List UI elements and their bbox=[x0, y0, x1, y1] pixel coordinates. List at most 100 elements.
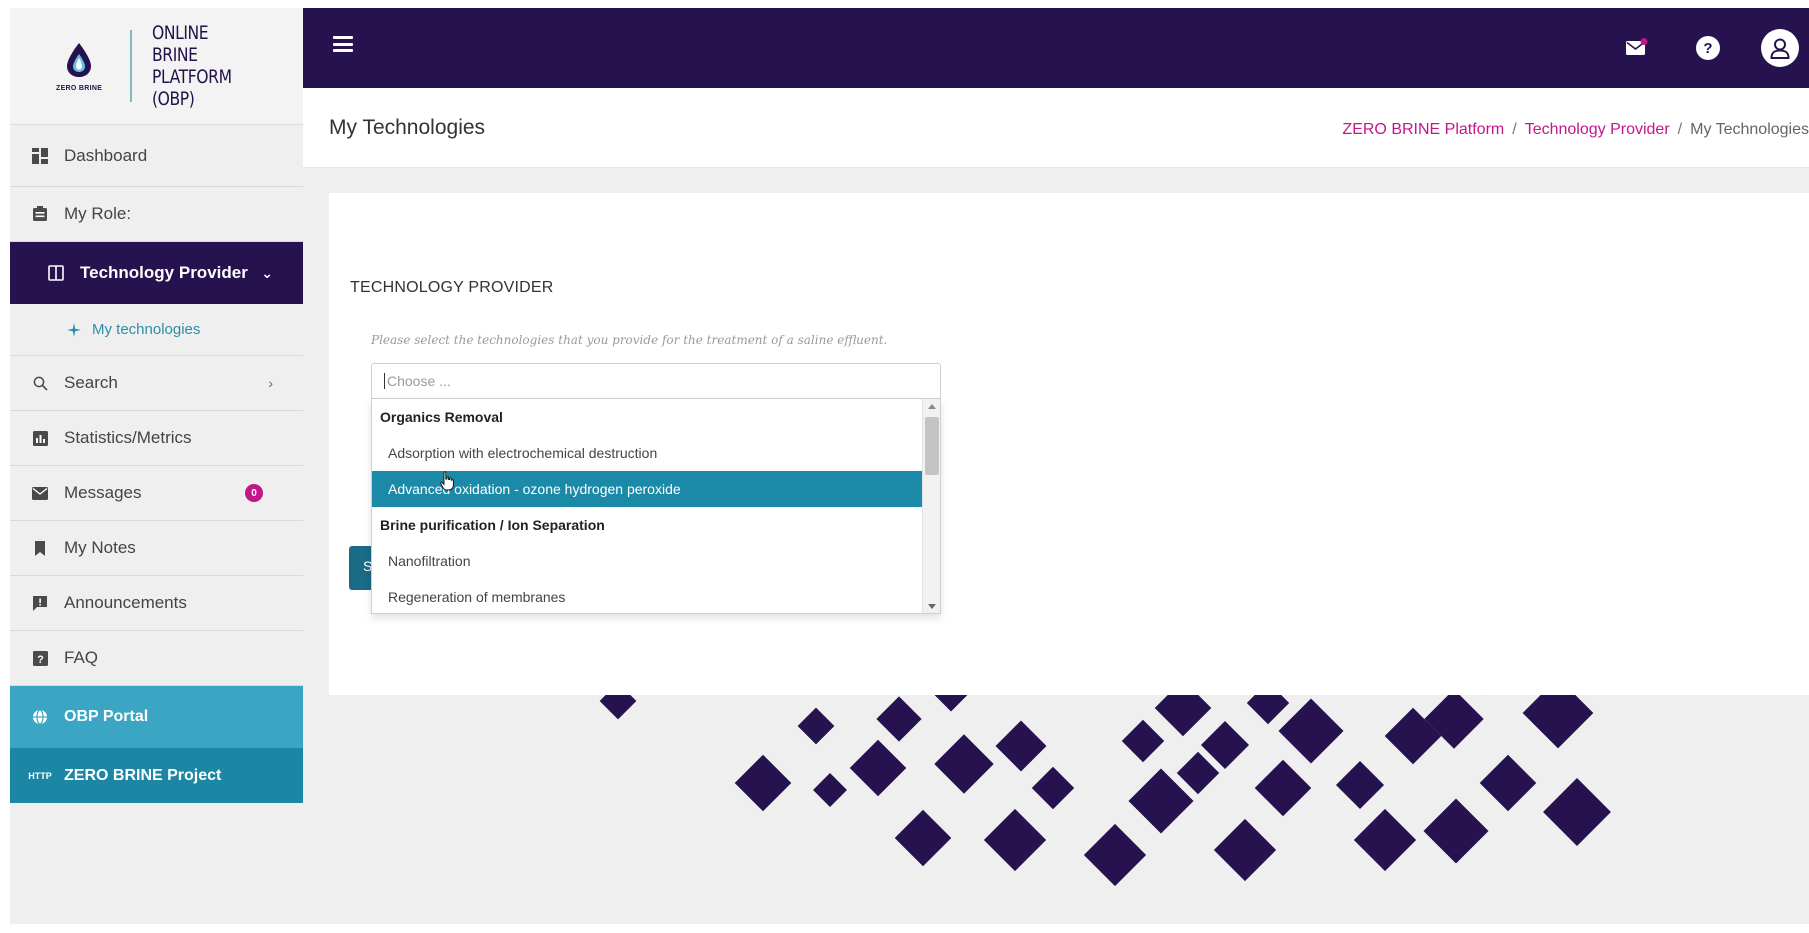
brand-line-2: BRINE bbox=[152, 44, 198, 66]
help-icon[interactable]: ? bbox=[1696, 36, 1720, 60]
sidebar-item-obp-portal[interactable]: OBP Portal bbox=[10, 686, 303, 748]
sidebar-subitem-my-technologies[interactable]: My technologies bbox=[10, 304, 303, 356]
water-drop-icon bbox=[67, 42, 92, 77]
decor-diamond bbox=[1543, 778, 1611, 846]
breadcrumb-separator: / bbox=[1512, 121, 1517, 138]
sidebar-item-search[interactable]: Search › bbox=[10, 356, 303, 411]
breadcrumb-link-technology-provider[interactable]: Technology Provider bbox=[1525, 121, 1670, 138]
brand-divider bbox=[130, 30, 133, 102]
sidebar: ZERO BRINE ONLINE BRINE PLATFORM (OBP) D… bbox=[10, 8, 303, 924]
decor-diamond bbox=[1031, 766, 1075, 810]
dropdown-group-label: Brine purification / Ion Separation bbox=[380, 517, 605, 533]
decor-diamond bbox=[1479, 754, 1537, 812]
sidebar-item-label: Search bbox=[64, 373, 118, 392]
decor-diamond bbox=[797, 707, 835, 745]
sidebar-item-my-notes[interactable]: My Notes bbox=[10, 521, 303, 576]
scroll-down-icon[interactable] bbox=[928, 604, 936, 609]
decor-diamond bbox=[934, 734, 994, 794]
breadcrumb-current: My Technologies bbox=[1690, 121, 1809, 138]
sidebar-item-label: OBP Portal bbox=[64, 708, 149, 725]
dropdown-option[interactable]: Adsorption with electrochemical destruct… bbox=[372, 435, 924, 471]
decor-diamond bbox=[1424, 689, 1484, 749]
sidebar-item-messages[interactable]: Messages 0 bbox=[10, 466, 303, 521]
decor-diamond bbox=[734, 754, 792, 812]
announcement-icon bbox=[30, 593, 50, 613]
decor-diamond bbox=[1278, 698, 1344, 764]
envelope-icon bbox=[30, 483, 50, 503]
sidebar-item-label: Dashboard bbox=[64, 145, 148, 165]
sidebar-item-label: Announcements bbox=[64, 593, 187, 612]
decor-diamond bbox=[849, 739, 907, 797]
top-navbar: ? bbox=[303, 8, 1809, 88]
sidebar-item-label: Statistics/Metrics bbox=[64, 428, 192, 447]
sparkle-icon bbox=[64, 320, 84, 340]
dropdown-list: Organics Removal Adsorption with electro… bbox=[372, 399, 924, 613]
sidebar-subitem-label: My technologies bbox=[92, 321, 201, 338]
sidebar-item-label: FAQ bbox=[64, 648, 99, 667]
decor-diamond bbox=[1083, 823, 1147, 887]
bar-chart-icon bbox=[30, 428, 50, 448]
brand-line-1: ONLINE bbox=[152, 22, 209, 44]
chevron-down-icon: ⌄ bbox=[261, 264, 273, 281]
hand-cursor-icon bbox=[440, 471, 454, 491]
svg-text:?: ? bbox=[37, 654, 44, 666]
logo-mark: ZERO BRINE bbox=[40, 41, 118, 92]
select-placeholder: Choose ... bbox=[384, 373, 451, 389]
decor-diamond bbox=[983, 808, 1047, 872]
sidebar-item-label: Messages bbox=[64, 483, 142, 502]
menu-icon[interactable] bbox=[333, 36, 353, 52]
placeholder-text: Choose ... bbox=[387, 373, 451, 389]
decor-diamond bbox=[1335, 760, 1385, 810]
messages-count-badge: 0 bbox=[245, 484, 263, 502]
breadcrumb: ZERO BRINE Platform / Technology Provider /… bbox=[1342, 121, 1809, 139]
decor-diamond bbox=[876, 696, 922, 742]
dropdown-option-highlighted[interactable]: Advanced oxidation - ozone hydrogen pero… bbox=[372, 471, 924, 507]
decor-diamond bbox=[1384, 707, 1442, 765]
sidebar-item-announcements[interactable]: Announcements bbox=[10, 576, 303, 631]
decor-diamond bbox=[995, 720, 1047, 772]
sidebar-item-label: ZERO BRINE Project bbox=[64, 766, 222, 784]
sidebar-item-my-role[interactable]: My Role: bbox=[10, 187, 303, 242]
search-icon bbox=[30, 373, 50, 393]
sidebar-item-dashboard[interactable]: Dashboard bbox=[10, 125, 303, 187]
sidebar-item-zero-brine-project[interactable]: HTTP ZERO BRINE Project bbox=[10, 748, 303, 803]
sidebar-item-faq[interactable]: ? FAQ bbox=[10, 631, 303, 686]
dropdown-group-label: Organics Removal bbox=[380, 409, 503, 425]
decor-diamond bbox=[1176, 751, 1220, 795]
decor-diamond bbox=[1213, 818, 1277, 882]
breadcrumb-link-platform[interactable]: ZERO BRINE Platform bbox=[1342, 121, 1504, 138]
dropdown-option[interactable]: Nanofiltration bbox=[372, 543, 924, 579]
chevron-right-icon: › bbox=[268, 375, 273, 391]
dropdown-option[interactable]: Regeneration of membranes bbox=[372, 579, 924, 613]
bookmark-icon bbox=[30, 538, 50, 558]
technology-select-input[interactable]: Choose ... bbox=[371, 363, 941, 399]
sidebar-item-label: Technology Provider bbox=[80, 263, 248, 282]
globe-icon bbox=[30, 707, 50, 727]
scroll-up-icon[interactable] bbox=[928, 404, 936, 409]
decor-diamond bbox=[1121, 719, 1165, 763]
scrollbar-thumb[interactable] bbox=[925, 417, 939, 475]
technology-dropdown[interactable]: Organics Removal Adsorption with electro… bbox=[371, 399, 941, 614]
dropdown-scrollbar[interactable] bbox=[922, 399, 940, 613]
mail-icon[interactable] bbox=[1626, 38, 1648, 56]
question-square-icon: ? bbox=[30, 648, 50, 668]
decor-diamond bbox=[1254, 759, 1312, 817]
sidebar-item-label: My Notes bbox=[64, 538, 136, 557]
page-header: My Technologies ZERO BRINE Platform / Tech… bbox=[303, 88, 1809, 168]
main-content: TECHNOLOGY PROVIDER Please select the te… bbox=[303, 168, 1809, 924]
breadcrumb-separator: / bbox=[1677, 121, 1683, 138]
columns-icon bbox=[46, 263, 66, 283]
decor-diamond bbox=[1128, 768, 1194, 834]
logo-subtitle: ZERO BRINE bbox=[56, 84, 103, 92]
user-icon[interactable] bbox=[1761, 29, 1799, 67]
decor-diamond bbox=[894, 809, 952, 867]
id-card-icon bbox=[30, 204, 50, 224]
sidebar-item-technology-provider[interactable]: Technology Provider ⌄ bbox=[10, 242, 303, 304]
brand-logo[interactable]: ZERO BRINE ONLINE BRINE PLATFORM (OBP) bbox=[10, 8, 303, 125]
page-title: My Technologies bbox=[329, 116, 486, 139]
decor-diamond bbox=[813, 773, 847, 807]
text-caret bbox=[384, 373, 385, 389]
decor-diamond bbox=[1200, 720, 1250, 770]
http-icon: HTTP bbox=[28, 770, 52, 781]
sidebar-item-statistics[interactable]: Statistics/Metrics bbox=[10, 411, 303, 466]
